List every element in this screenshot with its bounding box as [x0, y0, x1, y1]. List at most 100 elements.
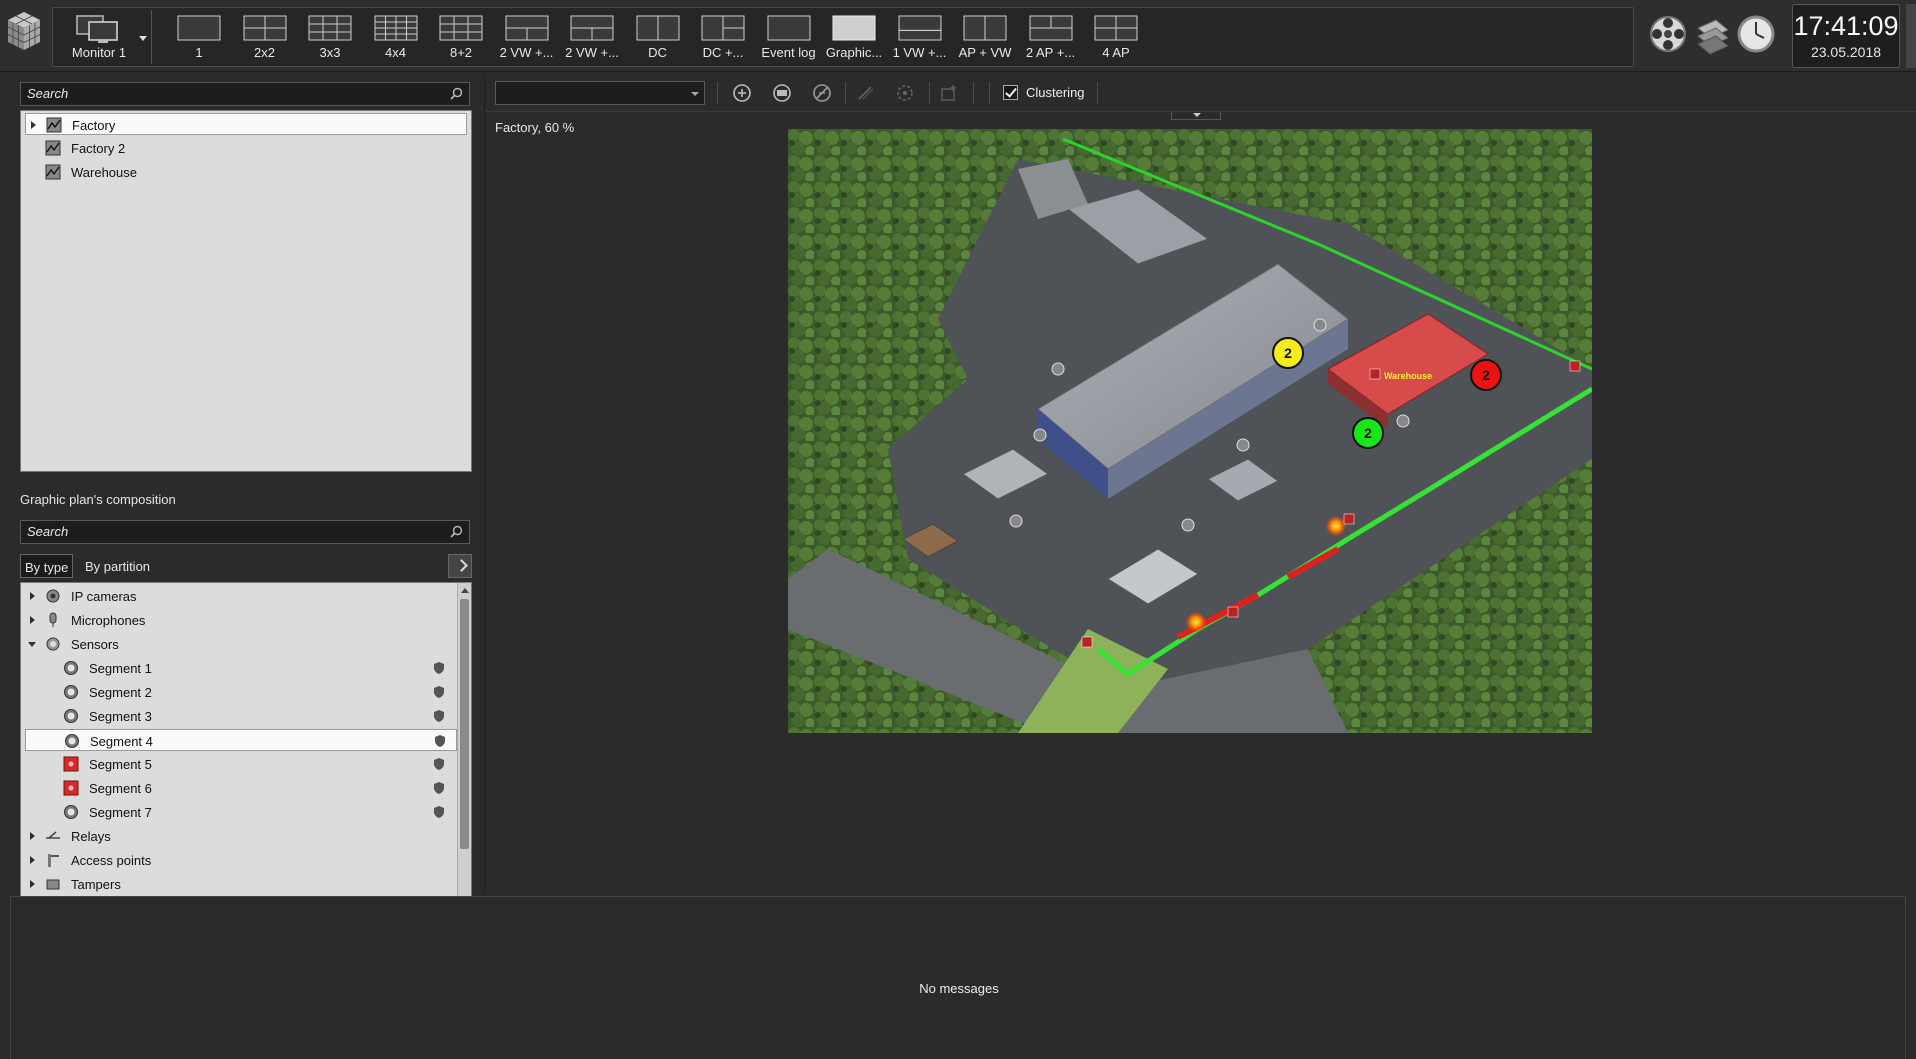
shield-icon[interactable] — [433, 685, 445, 699]
warehouse-label: Warehouse — [1384, 371, 1432, 381]
sensor-segment-item[interactable]: Segment 3 — [25, 705, 457, 727]
composition-category[interactable]: Sensors — [25, 633, 457, 655]
film-reel-icon[interactable] — [1646, 12, 1690, 56]
plan-tree-item[interactable]: Factory 2 — [25, 137, 467, 159]
plan-caption: Factory, 60 % — [495, 120, 575, 135]
layout-button[interactable]: 4 AP — [1078, 10, 1154, 64]
tab-by-partition[interactable]: By partition — [81, 554, 154, 578]
sensor-segment-item[interactable]: Segment 1 — [25, 657, 457, 679]
monitor-selector[interactable]: Monitor 1 — [57, 10, 149, 64]
layout-graphic-icon — [832, 15, 876, 41]
camera-marker[interactable] — [1236, 438, 1250, 452]
composition-category[interactable]: Access points — [25, 849, 457, 871]
cluster-marker-red[interactable]: 2 — [1470, 359, 1502, 391]
monitor-icon — [76, 15, 118, 43]
microphone-marker[interactable] — [1313, 318, 1327, 332]
expand-arrow-icon[interactable] — [31, 121, 36, 129]
layout-4ap-icon — [1094, 15, 1138, 41]
tab-by-type[interactable]: By type — [20, 554, 74, 578]
segment-label: Segment 1 — [89, 661, 152, 676]
camera-marker[interactable] — [1009, 514, 1023, 528]
relay-icon — [46, 831, 60, 839]
shield-icon[interactable] — [433, 661, 445, 675]
layout-2vw-icon — [570, 15, 614, 41]
fit-disabled-icon[interactable] — [812, 83, 832, 103]
divider — [973, 82, 974, 104]
sensor-segment-item[interactable]: Segment 6 — [25, 777, 457, 799]
clock-date: 23.05.2018 — [1810, 44, 1882, 60]
layout-2x2-icon — [243, 15, 286, 41]
layout-label: 4 AP — [1102, 45, 1130, 60]
camera-marker[interactable] — [1396, 414, 1410, 428]
composition-category[interactable]: Tampers — [25, 873, 457, 895]
clustering-label: Clustering — [1026, 85, 1085, 100]
chevron-down-icon[interactable] — [139, 36, 147, 41]
layout-1vw-icon — [898, 15, 941, 41]
cluster-marker-green[interactable]: 2 — [1352, 417, 1384, 449]
composition-search-input[interactable]: Search — [20, 520, 470, 544]
plan-tree-label: Warehouse — [71, 165, 137, 180]
chevron-right-icon[interactable] — [448, 554, 472, 578]
graphic-plan-map[interactable]: Warehouse 2 2 2 — [788, 129, 1592, 733]
system-icons — [1644, 8, 1784, 64]
search-icon[interactable] — [450, 525, 463, 538]
graphic-plan-icon — [46, 117, 62, 133]
sensor-segment-item[interactable]: Segment 4 — [25, 729, 457, 751]
sensor-segment-item[interactable]: Segment 2 — [25, 681, 457, 703]
plan-tree-item[interactable]: Factory — [25, 113, 467, 135]
divider — [1097, 82, 1098, 104]
app-logo-icon[interactable] — [4, 6, 44, 64]
sensor-segment-item[interactable]: Segment 7 — [25, 801, 457, 823]
graphic-plan-icon — [45, 164, 61, 180]
shield-icon[interactable] — [433, 709, 445, 723]
expand-arrow-icon[interactable] — [30, 880, 35, 888]
sensor-normal-icon — [64, 709, 78, 723]
sensor-alarm-icon — [63, 780, 79, 796]
expand-arrow-icon[interactable] — [30, 856, 35, 864]
category-label: Relays — [71, 829, 111, 844]
divider — [845, 82, 846, 104]
shield-icon[interactable] — [433, 757, 445, 771]
top-toolbar: Monitor 1 1 2x2 3x3 4x4 8+2 2 VW +... 2 VW +..… — [0, 0, 1916, 72]
shield-icon[interactable] — [433, 781, 445, 795]
sensor-segment-item[interactable]: Segment 5 — [25, 753, 457, 775]
clustering-checkbox[interactable] — [1003, 85, 1018, 100]
sensor-marker[interactable] — [1227, 606, 1239, 618]
segment-label: Segment 7 — [89, 805, 152, 820]
sensor-marker[interactable] — [1081, 636, 1093, 648]
camera-marker[interactable] — [1033, 428, 1047, 442]
divider — [717, 82, 718, 104]
scroll-up-icon[interactable] — [461, 588, 469, 593]
zoom-out-icon[interactable] — [772, 83, 792, 103]
panel-scroll-handle[interactable] — [1906, 4, 1916, 68]
collapse-arrow-icon[interactable] — [28, 642, 36, 647]
search-icon[interactable] — [450, 87, 463, 100]
category-label: IP cameras — [71, 589, 137, 604]
shield-icon[interactable] — [434, 734, 446, 748]
plans-search-input[interactable]: Search — [20, 82, 470, 106]
composition-category[interactable]: Microphones — [25, 609, 457, 631]
clock-icon[interactable] — [1734, 12, 1778, 56]
shield-icon[interactable] — [433, 805, 445, 819]
scrollbar-thumb[interactable] — [460, 599, 469, 849]
category-label: Tampers — [71, 877, 121, 892]
expand-arrow-icon[interactable] — [30, 616, 35, 624]
composition-category[interactable]: Relays — [25, 825, 457, 847]
plan-tree-item[interactable]: Warehouse — [25, 161, 467, 183]
zoom-in-icon[interactable] — [732, 83, 752, 103]
cluster-marker-yellow[interactable]: 2 — [1272, 337, 1304, 369]
segment-label: Segment 2 — [89, 685, 152, 700]
sensor-marker[interactable] — [1343, 513, 1355, 525]
server-modules-icon[interactable] — [1690, 12, 1734, 56]
camera-marker[interactable] — [1051, 362, 1065, 376]
plan-select-dropdown[interactable] — [495, 81, 705, 105]
camera-marker[interactable] — [1369, 368, 1381, 380]
expand-arrow-icon[interactable] — [30, 832, 35, 840]
toolbar-expand-handle[interactable] — [1171, 112, 1221, 120]
camera-marker[interactable] — [1181, 518, 1195, 532]
divider — [989, 82, 990, 104]
composition-category[interactable]: IP cameras — [25, 585, 457, 607]
sensor-marker[interactable] — [1569, 360, 1581, 372]
expand-arrow-icon[interactable] — [30, 592, 35, 600]
layout-ap-vw-icon — [963, 15, 1007, 41]
